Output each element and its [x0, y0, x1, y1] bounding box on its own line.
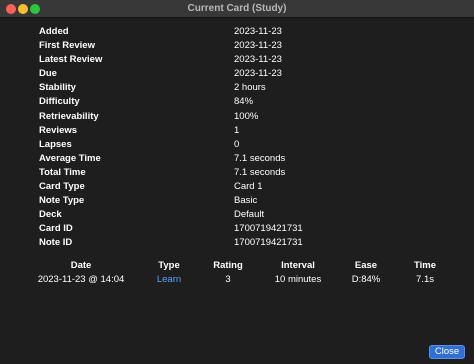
- column-header-interval: Interval: [281, 260, 315, 271]
- card-info-window: Current Card (Study) Added 2023-11-23 Fi…: [0, 0, 474, 364]
- stat-row-first-review: First Review 2023-11-23: [39, 39, 459, 53]
- stat-label: Note ID: [39, 237, 73, 249]
- stat-value: 2023-11-23: [234, 40, 282, 52]
- stat-label: Deck: [39, 209, 62, 221]
- window-title: Current Card (Study): [187, 3, 287, 14]
- stat-label: Added: [39, 26, 69, 37]
- stat-row-note-type: Note Type Basic: [39, 194, 459, 208]
- stat-row-card-id: Card ID 1700719421731: [39, 222, 459, 236]
- stat-row-card-type: Card Type Card 1: [39, 180, 459, 194]
- stat-value: 2023-11-23: [234, 68, 282, 80]
- stat-value: 1: [234, 124, 240, 136]
- stat-label: Difficulty: [39, 96, 80, 108]
- stat-row-reviews: Reviews 1: [39, 124, 459, 138]
- table-row: 2023-11-23 @ 14:04 Learn 3 10 minutes D:…: [36, 273, 446, 287]
- stat-label: Card Type: [39, 181, 85, 193]
- review-ease: D:84%: [351, 274, 381, 285]
- column-header-date: Date: [70, 260, 92, 271]
- stat-row-average-time: Average Time 7.1 seconds: [39, 152, 459, 166]
- stat-row-added: Added 2023-11-23: [39, 25, 459, 39]
- stat-value: Card 1: [234, 181, 263, 193]
- stat-value: 2 hours: [234, 82, 266, 94]
- stat-value: 7.1 seconds: [234, 166, 286, 178]
- stat-value: Default: [234, 209, 265, 221]
- stat-row-stability: Stability 2 hours: [39, 81, 459, 95]
- close-button[interactable]: Close: [429, 345, 465, 359]
- review-log-table: Date Type Rating Interval Ease Time 2023…: [36, 259, 446, 287]
- stat-label: Reviews: [39, 124, 78, 136]
- stat-label: Total Time: [39, 166, 86, 178]
- stat-value: 100%: [234, 110, 259, 122]
- stat-label: Retrievability: [39, 110, 99, 122]
- stat-value: 0: [234, 138, 240, 150]
- stat-value: 1700719421731: [234, 223, 303, 235]
- stat-value: 2023-11-23: [234, 54, 282, 66]
- stat-row-difficulty: Difficulty 84%: [39, 95, 459, 109]
- stat-label: Note Type: [39, 195, 85, 207]
- column-header-ease: Ease: [354, 260, 378, 271]
- stat-value: 7.1 seconds: [234, 152, 286, 164]
- stat-label: Stability: [39, 82, 76, 94]
- stat-row-total-time: Total Time 7.1 seconds: [39, 166, 459, 180]
- column-header-type: Type: [158, 260, 180, 271]
- stat-row-retrievability: Retrievability 100%: [39, 110, 459, 124]
- review-type: Learn: [156, 274, 182, 285]
- column-header-rating: Rating: [213, 260, 243, 271]
- stat-value: 2023-11-23: [234, 26, 282, 37]
- stat-row-deck: Deck Default: [39, 208, 459, 222]
- stat-value: 84%: [234, 96, 254, 108]
- card-stats-table: Added 2023-11-23 First Review 2023-11-23…: [39, 25, 459, 251]
- stat-label: Average Time: [39, 152, 101, 164]
- stat-row-note-id: Note ID 1700719421731: [39, 236, 459, 250]
- stat-value: 1700719421731: [234, 237, 303, 249]
- review-date: 2023-11-23 @ 14:04: [37, 274, 125, 285]
- column-header-time: Time: [413, 260, 436, 271]
- review-log-header-row: Date Type Rating Interval Ease Time: [36, 259, 446, 273]
- stat-row-due: Due 2023-11-23: [39, 67, 459, 81]
- stat-row-latest-review: Latest Review 2023-11-23: [39, 53, 459, 67]
- review-rating: 3: [225, 274, 231, 285]
- stat-label: First Review: [39, 40, 95, 52]
- stat-label: Due: [39, 68, 57, 80]
- stat-row-lapses: Lapses 0: [39, 138, 459, 152]
- review-time: 7.1s: [416, 274, 434, 285]
- review-interval: 10 minutes: [274, 274, 322, 285]
- stat-label: Lapses: [39, 138, 72, 150]
- title-bar: Current Card (Study): [0, 0, 474, 18]
- stat-value: Basic: [234, 195, 258, 207]
- stat-label: Card ID: [39, 223, 73, 235]
- stat-label: Latest Review: [39, 54, 103, 66]
